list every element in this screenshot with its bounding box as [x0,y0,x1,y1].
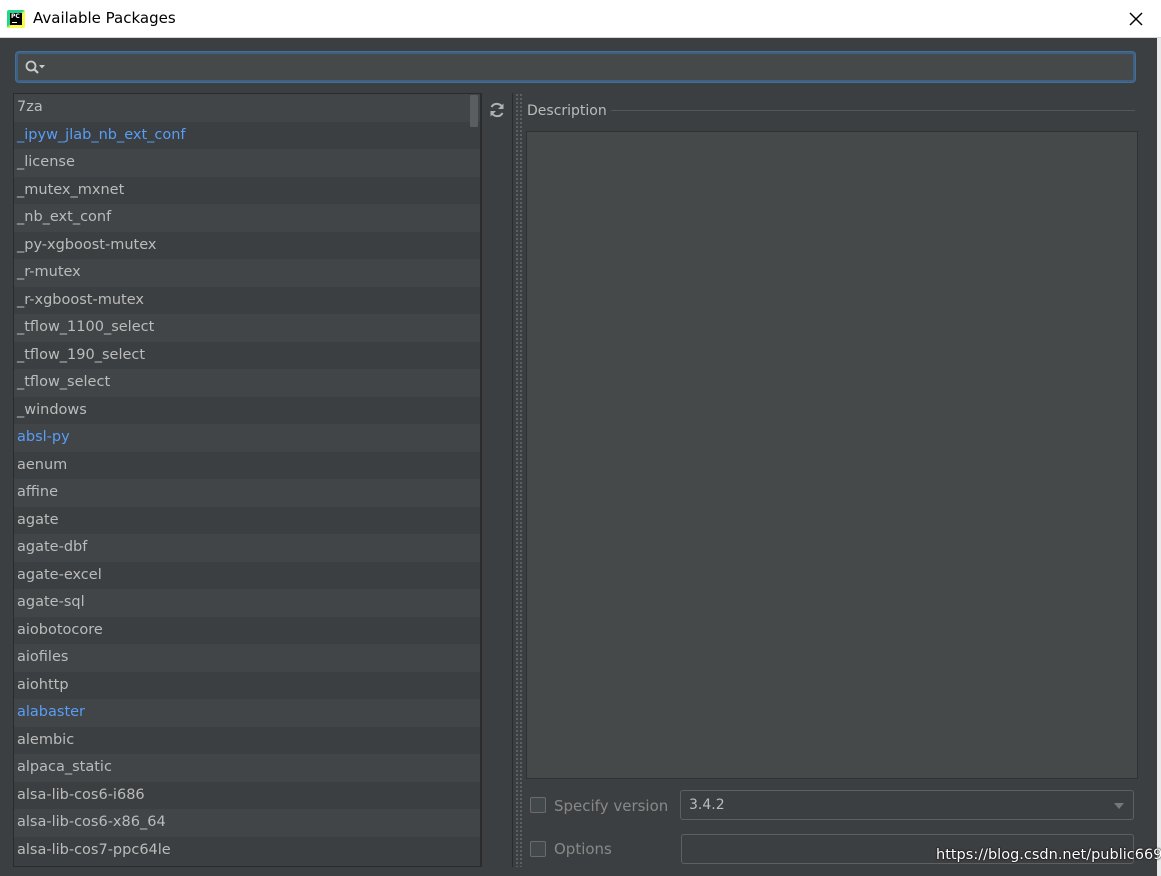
package-list-item[interactable]: 7za [14,94,480,122]
package-list-item[interactable]: _license [14,149,480,177]
package-list-item[interactable]: aiofiles [14,644,480,672]
description-area [526,131,1138,779]
options-label: Options [554,840,612,858]
search-box[interactable] [16,52,1135,82]
pycharm-logo-icon: PC [7,10,25,28]
package-list[interactable]: 7za _ipyw_jlab_nb_ext_conf _license _mutex_… [13,93,481,867]
package-list-item[interactable]: _tflow_select [14,369,480,397]
title-bar: PC Available Packages [0,0,1161,38]
close-button[interactable] [1125,8,1147,30]
package-list-item[interactable]: _r-xgboost-mutex [14,286,480,314]
package-list-item[interactable]: _py-xgboost-mutex [14,231,480,259]
description-label: Description [527,103,607,119]
package-list-item[interactable]: agate-excel [14,561,480,589]
search-icon[interactable] [24,59,46,75]
package-list-item[interactable]: aenum [14,451,480,479]
package-list-item[interactable]: agate-sql [14,589,480,617]
package-list-item[interactable]: alabaster [14,699,480,727]
chevron-down-icon [1114,803,1124,809]
refresh-icon [490,102,504,118]
version-value: 3.4.2 [689,797,725,813]
specify-version-label: Specify version [554,797,669,815]
package-list-item[interactable]: _windows [14,396,480,424]
package-list-item[interactable]: agate [14,506,480,534]
package-list-item[interactable]: agate-dbf [14,534,480,562]
available-packages-dialog: PC Available Packages 7za _ipyw_jlab_nb_e… [0,0,1161,876]
package-list-item[interactable]: aiohttp [14,671,480,699]
window-title: Available Packages [33,9,176,27]
package-list-item[interactable]: _nb_ext_conf [14,204,480,232]
package-list-item[interactable]: _r-mutex [14,259,480,287]
package-list-item[interactable]: _tflow_190_select [14,341,480,369]
close-icon [1129,12,1143,26]
panel-splitter[interactable] [515,93,522,867]
options-checkbox[interactable] [530,841,546,857]
window-edge [1157,38,1161,876]
package-list-item[interactable]: _tflow_1100_select [14,314,480,342]
version-dropdown[interactable]: 3.4.2 [680,790,1134,820]
list-toolbar [481,93,513,867]
package-list-item[interactable]: alsa-lib-cos6-x86_64 [14,809,480,837]
package-list-item[interactable]: _mutex_mxnet [14,176,480,204]
refresh-button[interactable] [488,101,506,119]
package-list-item[interactable]: alembic [14,726,480,754]
watermark-text: https://blog.csdn.net/public669 [936,847,1161,863]
package-list-item[interactable]: alsa-lib-cos7-ppc64le [14,836,480,864]
search-input[interactable] [52,56,1126,80]
package-list-item[interactable]: absl-py [14,424,480,452]
specify-version-checkbox[interactable] [530,797,546,813]
package-list-item[interactable]: aiobotocore [14,616,480,644]
package-list-item[interactable]: alpaca_static [14,754,480,782]
package-list-item[interactable]: alsa-lib-cos6-i686 [14,781,480,809]
list-scrollbar-thumb[interactable] [470,95,478,127]
package-list-item[interactable]: affine [14,479,480,507]
package-list-item[interactable]: _ipyw_jlab_nb_ext_conf [14,121,480,149]
description-divider [611,110,1135,111]
